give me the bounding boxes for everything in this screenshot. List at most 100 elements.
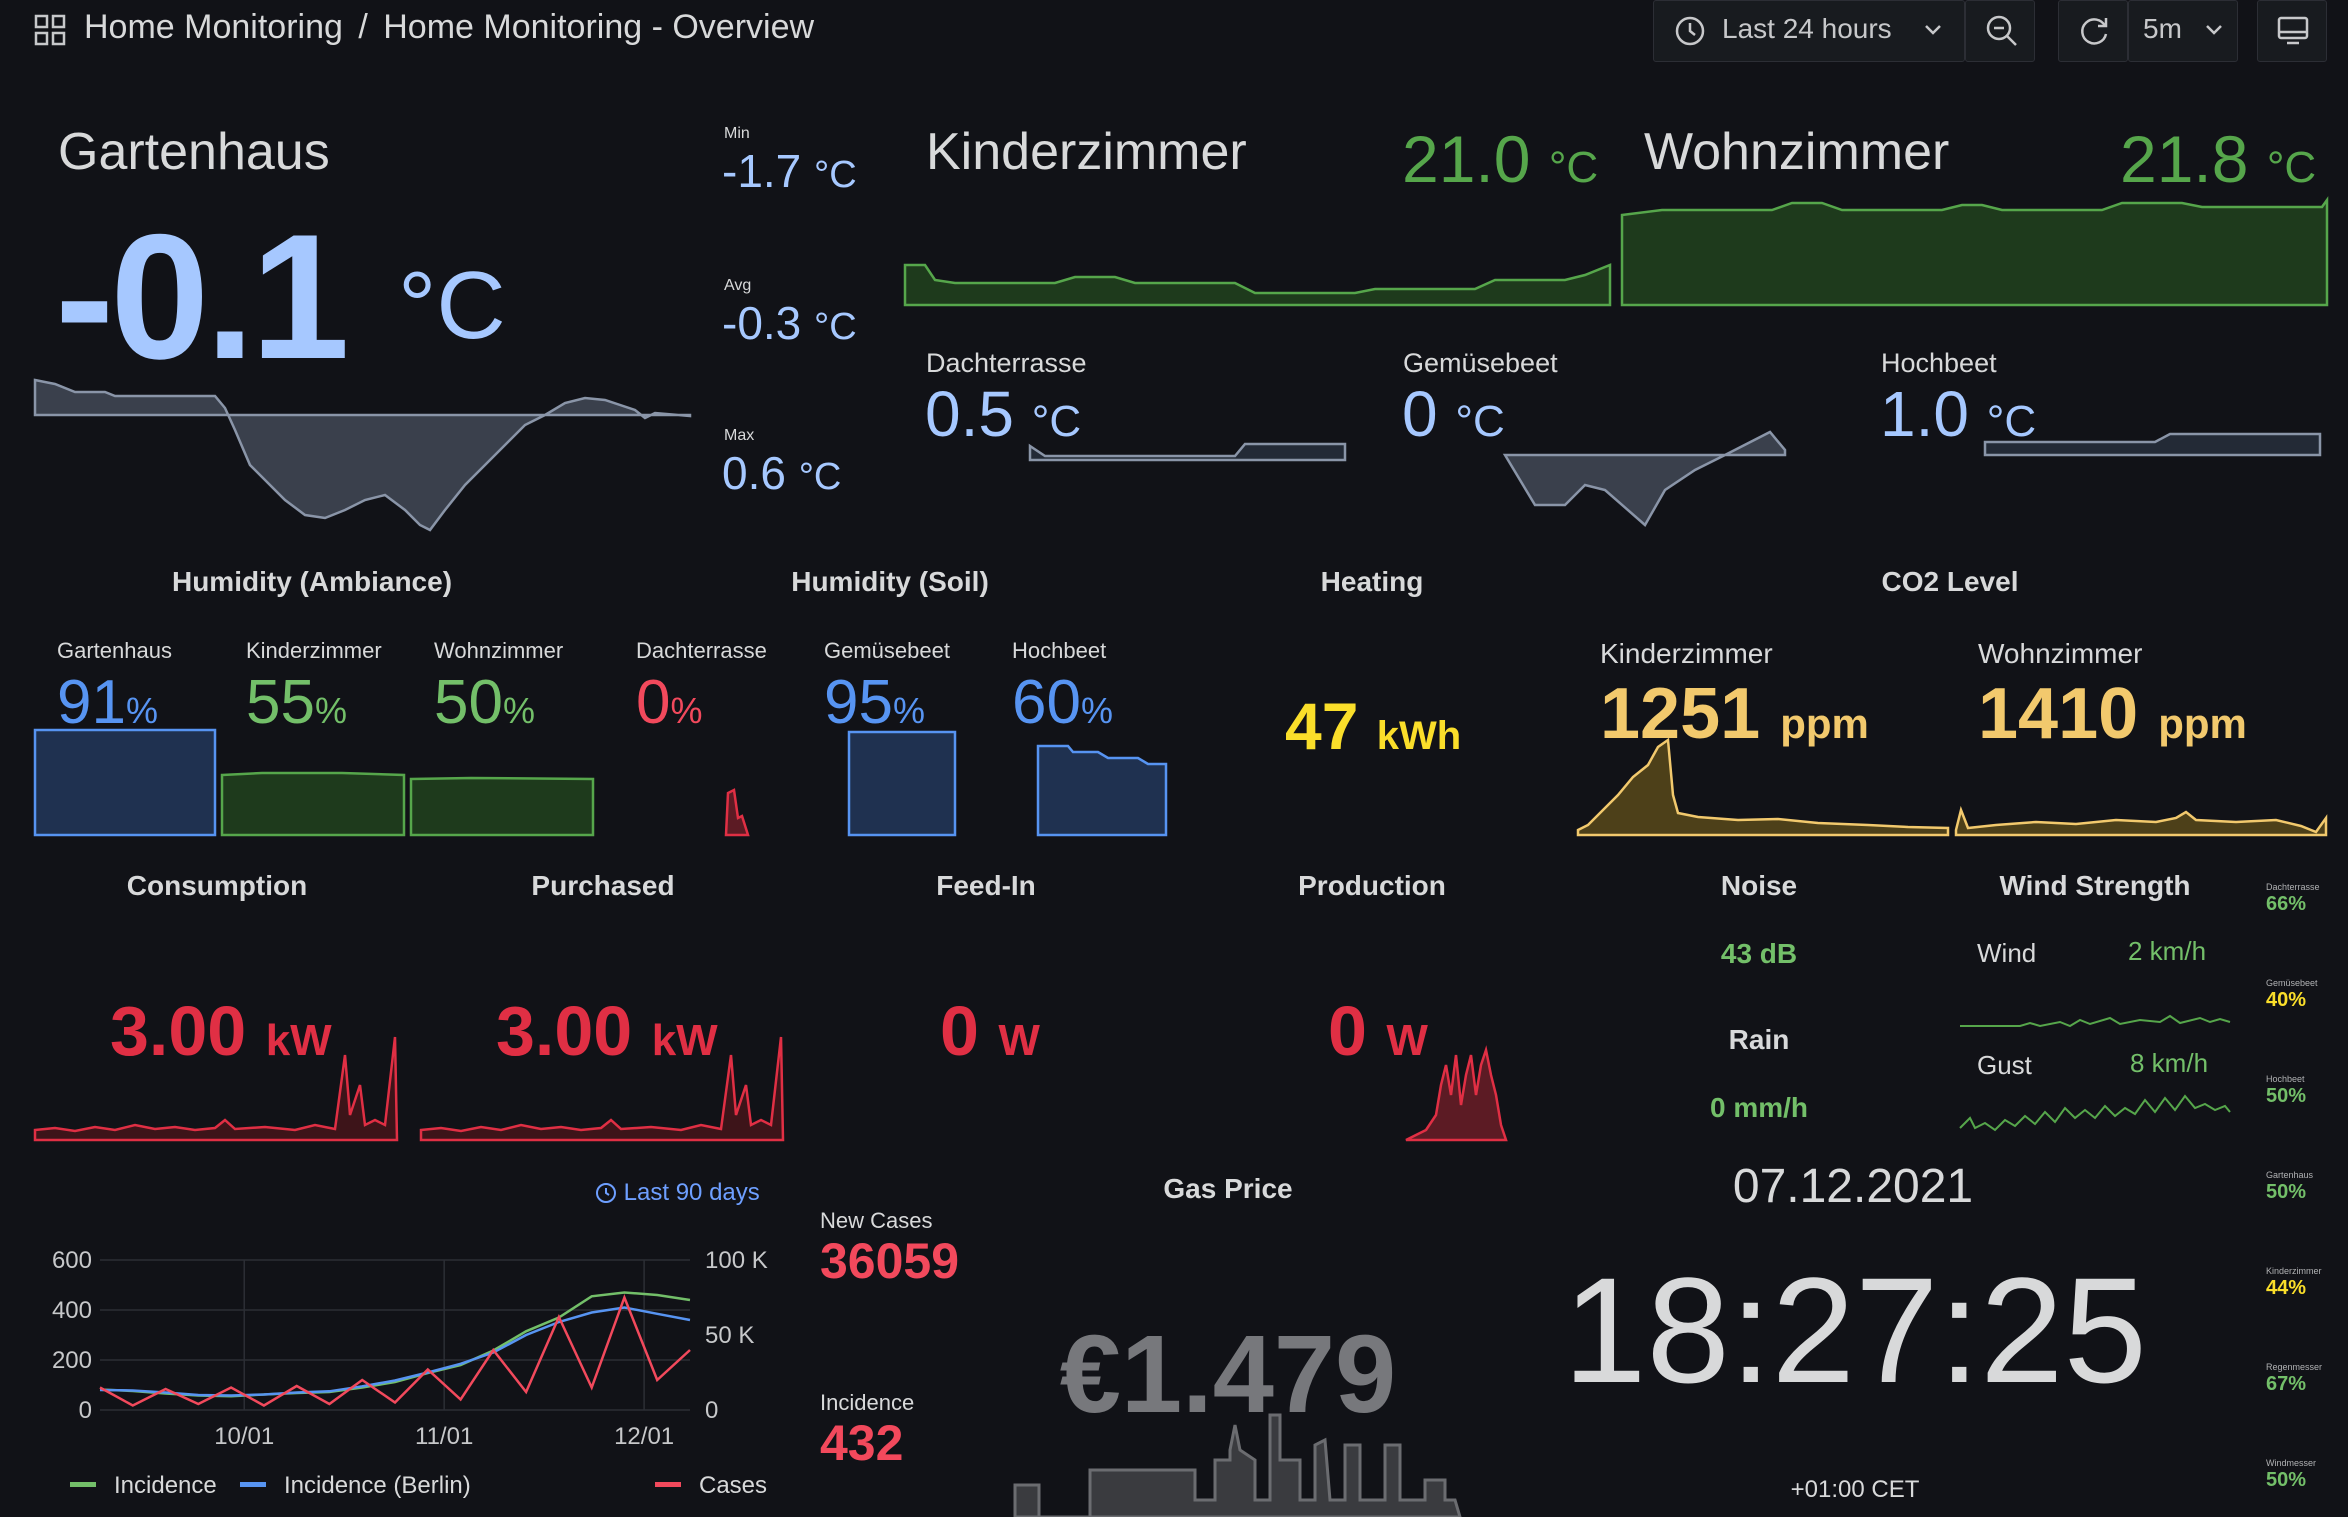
humidity-wohnzimmer-label: Wohnzimmer (434, 638, 564, 663)
clock-time: 18:27:25 (1563, 1246, 2147, 1414)
new-cases-label: New Cases (820, 1208, 933, 1233)
series-line (99, 1293, 691, 1407)
co2-wohnzimmer-label: Wohnzimmer (1978, 638, 2143, 669)
battery-kinderzimmer-value: 44% (2266, 1277, 2307, 1299)
battery-windmesser-label: Windmesser (2266, 1458, 2317, 1468)
clock-icon (1675, 16, 1705, 46)
y-left-tick-label: 200 (52, 1347, 92, 1374)
battery-dachterrasse-value: 66% (2266, 893, 2307, 915)
refresh-button[interactable] (2058, 0, 2128, 62)
humidity-gartenhaus-label: Gartenhaus (57, 638, 172, 663)
y-right-tick-label: 100 K (705, 1247, 768, 1274)
wohnzimmer-temp-title: Wohnzimmer (1644, 123, 1950, 181)
kinderzimmer-temp-value: 21.0 °C (1402, 122, 1599, 196)
y-right-tick-label: 50 K (705, 1322, 754, 1349)
battery-regenmesser-label: Regenmesser (2266, 1362, 2323, 1372)
time-range-label: Last 24 hours (1722, 13, 1892, 44)
humidity-gemuesebeet-sparkline (847, 730, 957, 837)
battery-dachterrasse-label: Dachterrasse (2266, 882, 2320, 892)
humidity-kinderzimmer-label: Kinderzimmer (246, 638, 382, 663)
y-left-tick-label: 400 (52, 1297, 92, 1324)
dachterrasse-temp-sparkline (1028, 442, 1347, 462)
wohnzimmer-temp-value: 21.8 °C (2120, 122, 2317, 196)
heating-title: Heating (1320, 566, 1424, 597)
rain-value: 0 mm/h (1709, 1092, 1809, 1123)
y-right-tick-label: 0 (705, 1397, 718, 1424)
rain-title: Rain (1728, 1024, 1790, 1055)
gemuesebeet-temp-title: Gemüsebeet (1403, 348, 1558, 378)
battery-gemuesebeet-value: 40% (2266, 989, 2307, 1011)
humidity-hochbeet-label: Hochbeet (1012, 638, 1107, 663)
battery-hochbeet-label: Hochbeet (2266, 1074, 2305, 1084)
dachterrasse-temp-value: 0.5 °C (925, 378, 1082, 450)
time-range-picker[interactable]: Last 24 hours (1653, 0, 1965, 62)
grid-icon[interactable] (34, 14, 66, 46)
battery-kinderzimmer-label: Kinderzimmer (2266, 1266, 2322, 1276)
gust-label: Gust (1977, 1050, 2032, 1080)
humidity-gemuesebeet-label: Gemüsebeet (824, 638, 950, 663)
noise-value: 43 dB (1720, 938, 1798, 969)
legend-label: Cases (699, 1472, 767, 1499)
x-tick-label: 12/01 (614, 1423, 674, 1450)
humidity-soil-title: Humidity (Soil) (791, 566, 989, 597)
legend-swatch (240, 1482, 266, 1487)
humidity-kinderzimmer-value: 55% (246, 668, 347, 737)
humidity-dachterrasse-value: 0% (636, 668, 703, 737)
humidity-ambiance-title: Humidity (Ambiance) (171, 566, 453, 597)
kinderzimmer-temp-sparkline (903, 263, 1612, 307)
purchased-title: Purchased (531, 870, 675, 901)
time-override-badge[interactable]: Last 90 days (595, 1178, 760, 1207)
co2-wohnzimmer-sparkline (1954, 805, 2328, 837)
clock-date: 07.12.2021 (1732, 1160, 1974, 1213)
consumption-title: Consumption (126, 870, 308, 901)
y-left-tick-label: 600 (52, 1247, 92, 1274)
gartenhaus-min: -1.7 °C (722, 145, 857, 197)
purchased-sparkline (419, 1036, 785, 1142)
gartenhaus-max-label: Max (724, 427, 755, 444)
covid-incidence-chart: 600 400 200 0 100 K 50 K 0 10/01 11/01 12/01 Incid… (52, 1247, 768, 1499)
wind-value: 2 km/h (2128, 936, 2207, 966)
humidity-wohnzimmer-sparkline (409, 776, 595, 837)
gartenhaus-max: 0.6 °C (722, 447, 842, 499)
breadcrumb-folder[interactable]: Home Monitoring (84, 8, 343, 46)
gas-price-title: Gas Price (1163, 1173, 1293, 1204)
x-tick-label: 11/01 (415, 1423, 473, 1450)
battery-regenmesser-value: 67% (2266, 1373, 2307, 1395)
refresh-icon (2081, 18, 2108, 45)
kinderzimmer-temp-title: Kinderzimmer (926, 123, 1247, 181)
hochbeet-temp-sparkline (1983, 432, 2322, 457)
refresh-interval-picker[interactable]: 5m (2128, 0, 2238, 62)
co2-wohnzimmer-value: 1410 ppm (1978, 674, 2247, 754)
zoom-out-button[interactable] (1965, 0, 2035, 62)
breadcrumb: Home Monitoring / Home Monitoring - Over… (84, 8, 814, 47)
refresh-interval-label: 5m (2143, 13, 2182, 44)
humidity-kinderzimmer-sparkline (220, 771, 406, 837)
gemuesebeet-temp-sparkline (1502, 430, 1787, 527)
humidity-dachterrasse-sparkline (724, 788, 750, 837)
co2-kinderzimmer-label: Kinderzimmer (1600, 638, 1773, 669)
gartenhaus-avg: -0.3 °C (722, 297, 857, 349)
chevron-down-icon (1925, 25, 1941, 35)
gartenhaus-min-label: Min (724, 125, 750, 142)
legend-label: Incidence (Berlin) (284, 1472, 471, 1499)
co2-title: CO2 Level (1881, 566, 2019, 597)
feed-in-value: 0 W (940, 992, 1040, 1070)
clock-timezone: +01:00 CET (1790, 1476, 1920, 1503)
zoom-out-icon (1986, 15, 2017, 46)
gartenhaus-unit: °C (398, 252, 506, 359)
feed-in-title: Feed-In (936, 870, 1036, 901)
chevron-down-icon (2206, 25, 2222, 35)
clock-icon (596, 1183, 616, 1203)
legend-swatch (655, 1482, 681, 1487)
gas-price-value: €1.479 (1059, 1313, 1397, 1436)
x-tick-label: 10/01 (214, 1423, 274, 1450)
new-cases-value: 36059 (820, 1233, 960, 1289)
battery-windmesser-value: 50% (2266, 1469, 2307, 1491)
battery-gemuesebeet-label: Gemüsebeet (2266, 978, 2318, 988)
legend-swatch (70, 1482, 96, 1487)
tv-mode-button[interactable] (2257, 0, 2327, 62)
breadcrumb-dashboard[interactable]: Home Monitoring - Overview (383, 8, 814, 46)
legend-label: Incidence (114, 1472, 217, 1499)
gartenhaus-avg-label: Avg (724, 277, 752, 294)
incidence-label: Incidence (820, 1390, 915, 1415)
